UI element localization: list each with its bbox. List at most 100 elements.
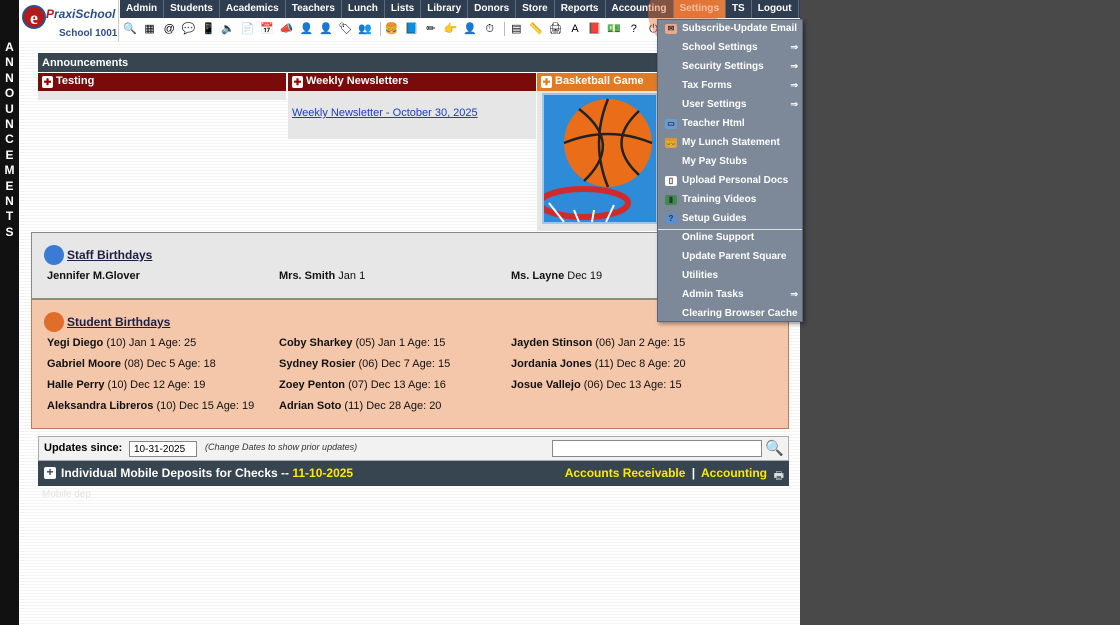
announcement-newsletters-header[interactable]: ✚ Weekly Newsletters [288,73,536,91]
menu-item-admin-tasks[interactable]: Admin Tasks ⇒ [658,286,802,305]
menu-item-subscribe-update-email[interactable]: ✉ Subscribe-Update Email [658,20,802,39]
lunch-icon[interactable]: 🍔 [384,21,400,37]
school-logo[interactable]: e PraxiSchool School 1001 [19,0,119,41]
nav-donors[interactable]: Donors [468,0,517,18]
search-icon[interactable]: 🔍 [122,21,138,37]
staff-birthdays-title[interactable]: Staff Birthdays [67,248,152,262]
nav-store[interactable]: Store [516,0,555,18]
hand-icon[interactable]: 👉 [443,21,459,37]
speaker-icon[interactable]: 🔈 [220,21,236,37]
student-birthday-entry: Yegi Diego (10) Jan 1 Age: 25 [47,337,197,349]
menu-item-training-videos[interactable]: ▮ Training Videos [658,191,802,210]
vertical-letter: N [5,117,14,132]
nav-ts[interactable]: TS [726,0,752,18]
accounts-receivable-link[interactable]: Accounts Receivable [565,466,686,480]
ap-icon[interactable]: A [567,21,583,37]
updates-hint: (Change Dates to show prior updates) [205,442,358,452]
calendar-grid-icon[interactable]: ▦ [142,21,158,37]
pdf-icon[interactable]: 📕 [587,21,603,37]
nav-reports[interactable]: Reports [555,0,606,18]
user-icon[interactable]: 👤 [462,21,478,37]
announcement-testing-header[interactable]: ✚ Testing [38,73,286,91]
right-background [800,0,1120,625]
search-input[interactable] [552,440,762,457]
toolbar-separator [379,22,381,36]
student-birthday-entry: Zoey Penton (07) Dec 13 Age: 16 [279,379,446,391]
menu-item-security-settings[interactable]: Security Settings ⇒ [658,58,802,77]
film-icon: ▮ [665,195,677,205]
menu-item-user-settings[interactable]: User Settings ⇒ [658,96,802,115]
student-birthdays-title[interactable]: Student Birthdays [67,315,170,329]
chat-icon[interactable]: 💬 [181,21,197,37]
settings-dropdown-menu: ✉ Subscribe-Update Email School Settings ⇒ S… [657,19,803,322]
nav-library[interactable]: Library [421,0,469,18]
staff-birthday-entry: Ms. Layne Dec 19 [511,270,603,282]
menu-item-upload-personal-docs[interactable]: ▯ Upload Personal Docs [658,172,802,191]
menu-item-my-lunch-statement[interactable]: 🍔 My Lunch Statement [658,134,802,153]
announcement-basketball-header[interactable]: ✚ Basketball Game [537,73,659,91]
submenu-arrow-icon: ⇒ [790,289,798,299]
menu-item-teacher-html[interactable]: ▭ Teacher Html [658,115,802,134]
cake-icon [44,245,64,265]
phone-icon[interactable]: 📱 [200,21,216,37]
accounting-link[interactable]: Accounting [701,466,767,480]
submenu-arrow-icon: ⇒ [790,80,798,90]
announcements-header: Announcements [38,53,659,72]
at-icon[interactable]: @ [161,21,177,37]
mobile-deposits-title[interactable]: Individual Mobile Deposits for Checks --… [61,466,353,480]
grid-icon[interactable]: ▤ [508,21,524,37]
help-icon[interactable]: ? [626,21,642,37]
mobile-deposits-row: + Individual Mobile Deposits for Checks … [38,461,789,486]
person-red-icon[interactable]: 👤 [298,21,314,37]
menu-item-label: Tax Forms [682,80,732,91]
nav-students[interactable]: Students [164,0,220,18]
basketball-image[interactable] [537,93,658,224]
vertical-letter: N [5,55,14,70]
menu-item-online-support[interactable]: Online Support [658,229,802,248]
newsletter-link[interactable]: Weekly Newsletter - October 30, 2025 [292,107,478,119]
vertical-letter: E [5,147,14,162]
ruler-icon[interactable]: 📏 [528,21,544,37]
nav-teachers[interactable]: Teachers [286,0,342,18]
book-icon[interactable]: 📘 [403,21,419,37]
submenu-arrow-icon: ⇒ [790,42,798,52]
school-name: School 1001 [59,28,118,39]
menu-item-update-parent-square[interactable]: Update Parent Square [658,248,802,267]
menu-item-clearing-browser-cache[interactable]: Clearing Browser Cache [658,305,802,324]
nav-logout[interactable]: Logout [752,0,799,18]
email-icon: ✉ [665,24,677,34]
nav-lists[interactable]: Lists [385,0,422,18]
nav-lunch[interactable]: Lunch [342,0,385,18]
vertical-letter: O [4,86,15,101]
schedule-icon[interactable]: 📅 [259,21,275,37]
menu-item-my-pay-stubs[interactable]: My Pay Stubs [658,153,802,172]
search-icon[interactable]: 🔍 [765,439,784,457]
menu-item-label: Online Support [682,232,755,243]
menu-item-school-settings[interactable]: School Settings ⇒ [658,39,802,58]
document-icon[interactable]: 📄 [240,21,256,37]
person-orange-icon[interactable]: 👤 [318,21,334,37]
menu-item-setup-guides[interactable]: ? Setup Guides [658,210,802,229]
clock-icon[interactable]: ⏱ [482,21,498,37]
nav-academics[interactable]: Academics [220,0,286,18]
money-icon[interactable]: 💵 [606,21,622,37]
menu-item-label: Utilities [682,270,719,281]
printer-icon[interactable]: 🖶 [774,467,784,486]
student-birthday-entry: Jayden Stinson (06) Jan 2 Age: 15 [511,337,686,349]
updates-date-input[interactable] [129,441,197,457]
group-icon[interactable]: 👥 [357,21,373,37]
menu-item-label: My Pay Stubs [682,156,748,167]
vertical-letter: N [5,70,14,85]
printer-icon[interactable]: 🖨 [547,21,563,37]
tag-icon[interactable]: 🏷 [338,21,354,37]
menu-item-utilities[interactable]: Utilities [658,267,802,286]
pencil-icon[interactable]: ✏ [423,21,439,37]
deposit-links: Accounts Receivable | Accounting [565,466,767,480]
student-birthday-entry: Sydney Rosier (06) Dec 7 Age: 15 [279,358,451,370]
menu-item-label: Clearing Browser Cache [682,308,798,319]
expand-icon[interactable]: + [44,466,56,479]
link-divider: | [691,466,696,480]
nav-admin[interactable]: Admin [120,0,165,18]
menu-item-tax-forms[interactable]: Tax Forms ⇒ [658,77,802,96]
megaphone-icon[interactable]: 📣 [279,21,295,37]
